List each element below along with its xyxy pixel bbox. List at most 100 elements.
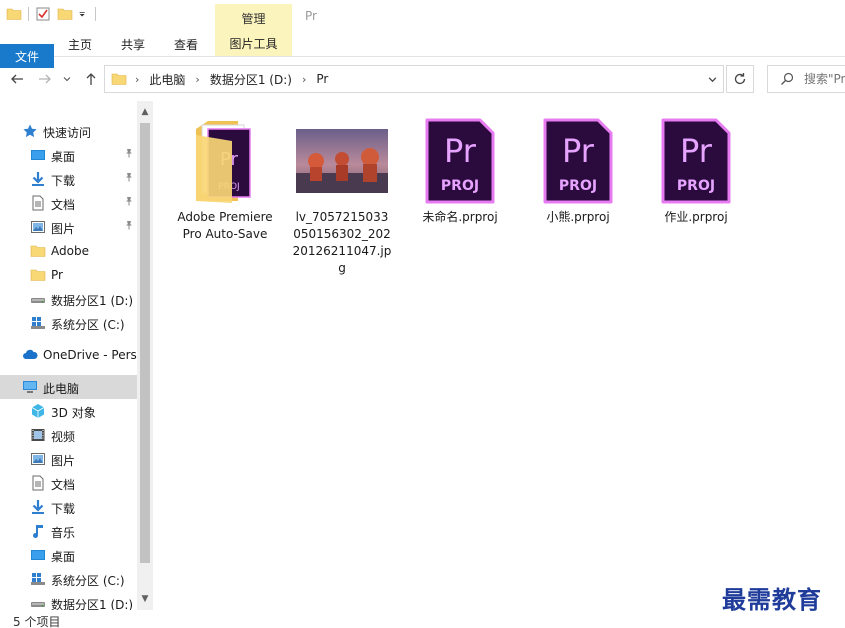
sidebar-item-label: 快速访问: [43, 126, 92, 140]
address-dropdown-button[interactable]: [701, 66, 723, 92]
tab-share[interactable]: 共享: [111, 32, 155, 56]
file-item-prproj[interactable]: Pr PROJ 小熊.prproj: [528, 113, 628, 226]
pin-icon[interactable]: [124, 220, 134, 233]
toolbar-divider: [28, 7, 29, 21]
sidebar-item[interactable]: 桌面: [0, 143, 137, 167]
manage-context-tab[interactable]: 管理: [215, 4, 292, 32]
sidebar-item-label: Adobe: [51, 244, 89, 258]
cloud-icon: [22, 347, 38, 363]
download-icon: [30, 171, 46, 187]
download-icon: [30, 499, 46, 515]
proj-glyph-text: PROJ: [559, 178, 597, 194]
sidebar-item[interactable]: 图片: [0, 215, 137, 239]
refresh-button[interactable]: [726, 65, 754, 93]
file-item-image[interactable]: lv_7057215033050156302_20220126211047.jp…: [292, 113, 392, 277]
back-button[interactable]: [8, 70, 26, 88]
pin-icon[interactable]: [124, 196, 134, 209]
folder-icon: [30, 267, 46, 283]
proj-glyph-text: PROJ: [441, 178, 479, 194]
drive-icon: [30, 291, 46, 307]
sidebar-item[interactable]: 文档: [0, 191, 137, 215]
sidebar-item[interactable]: 此电脑: [0, 375, 137, 399]
breadcrumb-separator[interactable]: ›: [302, 73, 306, 86]
sidebar-item[interactable]: 数据分区1 (D:): [0, 591, 137, 610]
sidebar-item[interactable]: Adobe: [0, 239, 137, 263]
quick-access-toolbar: [6, 6, 96, 22]
sidebar-item[interactable]: 下载: [0, 167, 137, 191]
pin-icon[interactable]: [124, 172, 134, 185]
file-name: 未命名.prproj: [422, 210, 498, 224]
sidebar-item[interactable]: 数据分区1 (D:): [0, 287, 137, 311]
desktop-icon: [30, 547, 46, 563]
toolbar-divider: [95, 7, 96, 21]
sidebar-item[interactable]: 图片: [0, 447, 137, 471]
sidebar-item[interactable]: OneDrive - Personal: [0, 343, 137, 367]
sidebar-item-label: 下载: [51, 174, 76, 188]
desktop-icon: [30, 147, 46, 163]
proj-glyph-text: PROJ: [677, 178, 715, 194]
sidebar-item-label: 文档: [51, 198, 76, 212]
system-drive-icon: [30, 315, 46, 331]
sidebar-item-label: 系统分区 (C:): [51, 318, 125, 332]
arrow-up-icon: [86, 73, 96, 85]
sidebar-item-label: 数据分区1 (D:): [51, 598, 134, 610]
tab-home[interactable]: 主页: [58, 32, 102, 56]
premiere-folder-icon: Pr PROJ: [196, 121, 251, 203]
sidebar-item[interactable]: 系统分区 (C:): [0, 567, 137, 591]
arrow-right-icon: [39, 74, 51, 84]
sidebar-item[interactable]: 视频: [0, 423, 137, 447]
navigation-scrollbar[interactable]: ▲ ▼: [137, 101, 153, 610]
tab-picture-tools[interactable]: 图片工具: [215, 32, 292, 56]
prproj-thumbnail: Pr PROJ: [412, 113, 508, 209]
scroll-up-button[interactable]: ▲: [137, 104, 153, 120]
sidebar-item[interactable]: 快速访问: [0, 119, 137, 143]
search-icon: [781, 72, 794, 85]
file-name: 作业.prproj: [664, 210, 728, 224]
sidebar-item[interactable]: 系统分区 (C:): [0, 311, 137, 335]
sidebar-item[interactable]: Pr: [0, 263, 137, 287]
folder-icon[interactable]: [6, 6, 22, 22]
file-item-prproj[interactable]: Pr PROJ 作业.prproj: [646, 113, 746, 226]
premiere-project-icon: Pr PROJ: [661, 118, 731, 204]
premiere-project-icon: Pr PROJ: [425, 118, 495, 204]
breadcrumb-item[interactable]: 数据分区1 (D:): [210, 71, 292, 88]
properties-check-icon[interactable]: [35, 6, 51, 22]
scroll-down-button[interactable]: ▼: [137, 591, 153, 607]
sidebar-item[interactable]: 桌面: [0, 543, 137, 567]
file-item-prproj[interactable]: Pr PROJ 未命名.prproj: [410, 113, 510, 226]
premiere-project-icon: Pr PROJ: [543, 118, 613, 204]
search-input[interactable]: [804, 69, 845, 89]
up-button[interactable]: [82, 70, 100, 88]
customize-toolbar-icon[interactable]: [79, 6, 89, 22]
search-box[interactable]: [767, 65, 845, 93]
breadcrumb-item[interactable]: 此电脑: [149, 71, 185, 88]
sidebar-item[interactable]: 3D 对象: [0, 399, 137, 423]
breadcrumb-separator[interactable]: ›: [135, 73, 139, 86]
sidebar-item[interactable]: 文档: [0, 471, 137, 495]
folder-thumbnail: Pr PROJ: [177, 113, 273, 209]
file-item-folder[interactable]: Pr PROJ Adobe Premiere Pro Auto-Save: [175, 113, 275, 243]
image-thumbnail: [294, 113, 390, 209]
sidebar-item[interactable]: 下载: [0, 495, 137, 519]
breadcrumb-separator[interactable]: ›: [195, 73, 199, 86]
recent-locations-button[interactable]: [61, 70, 73, 88]
chevron-down-icon: [63, 77, 71, 82]
document-icon: [30, 195, 46, 211]
address-bar[interactable]: › 此电脑 › 数据分区1 (D:) › Pr: [104, 65, 724, 93]
sidebar-item-label: 数据分区1 (D:): [51, 294, 134, 308]
video-icon: [30, 427, 46, 443]
sidebar-item[interactable]: 音乐: [0, 519, 137, 543]
arrow-left-icon: [11, 74, 23, 84]
tab-view[interactable]: 查看: [164, 32, 208, 56]
sidebar-item-label: 图片: [51, 454, 76, 468]
title-bar: 管理 Pr: [0, 0, 845, 32]
new-folder-icon[interactable]: [57, 6, 73, 22]
watermark-text: 最需教育: [722, 585, 822, 614]
pin-icon[interactable]: [124, 148, 134, 161]
breadcrumb-item[interactable]: Pr: [316, 72, 328, 86]
prproj-thumbnail: Pr PROJ: [648, 113, 744, 209]
scroll-thumb[interactable]: [140, 123, 150, 563]
sidebar-item-label: OneDrive - Personal: [43, 348, 137, 362]
forward-button[interactable]: [36, 70, 54, 88]
picture-icon: [30, 451, 46, 467]
